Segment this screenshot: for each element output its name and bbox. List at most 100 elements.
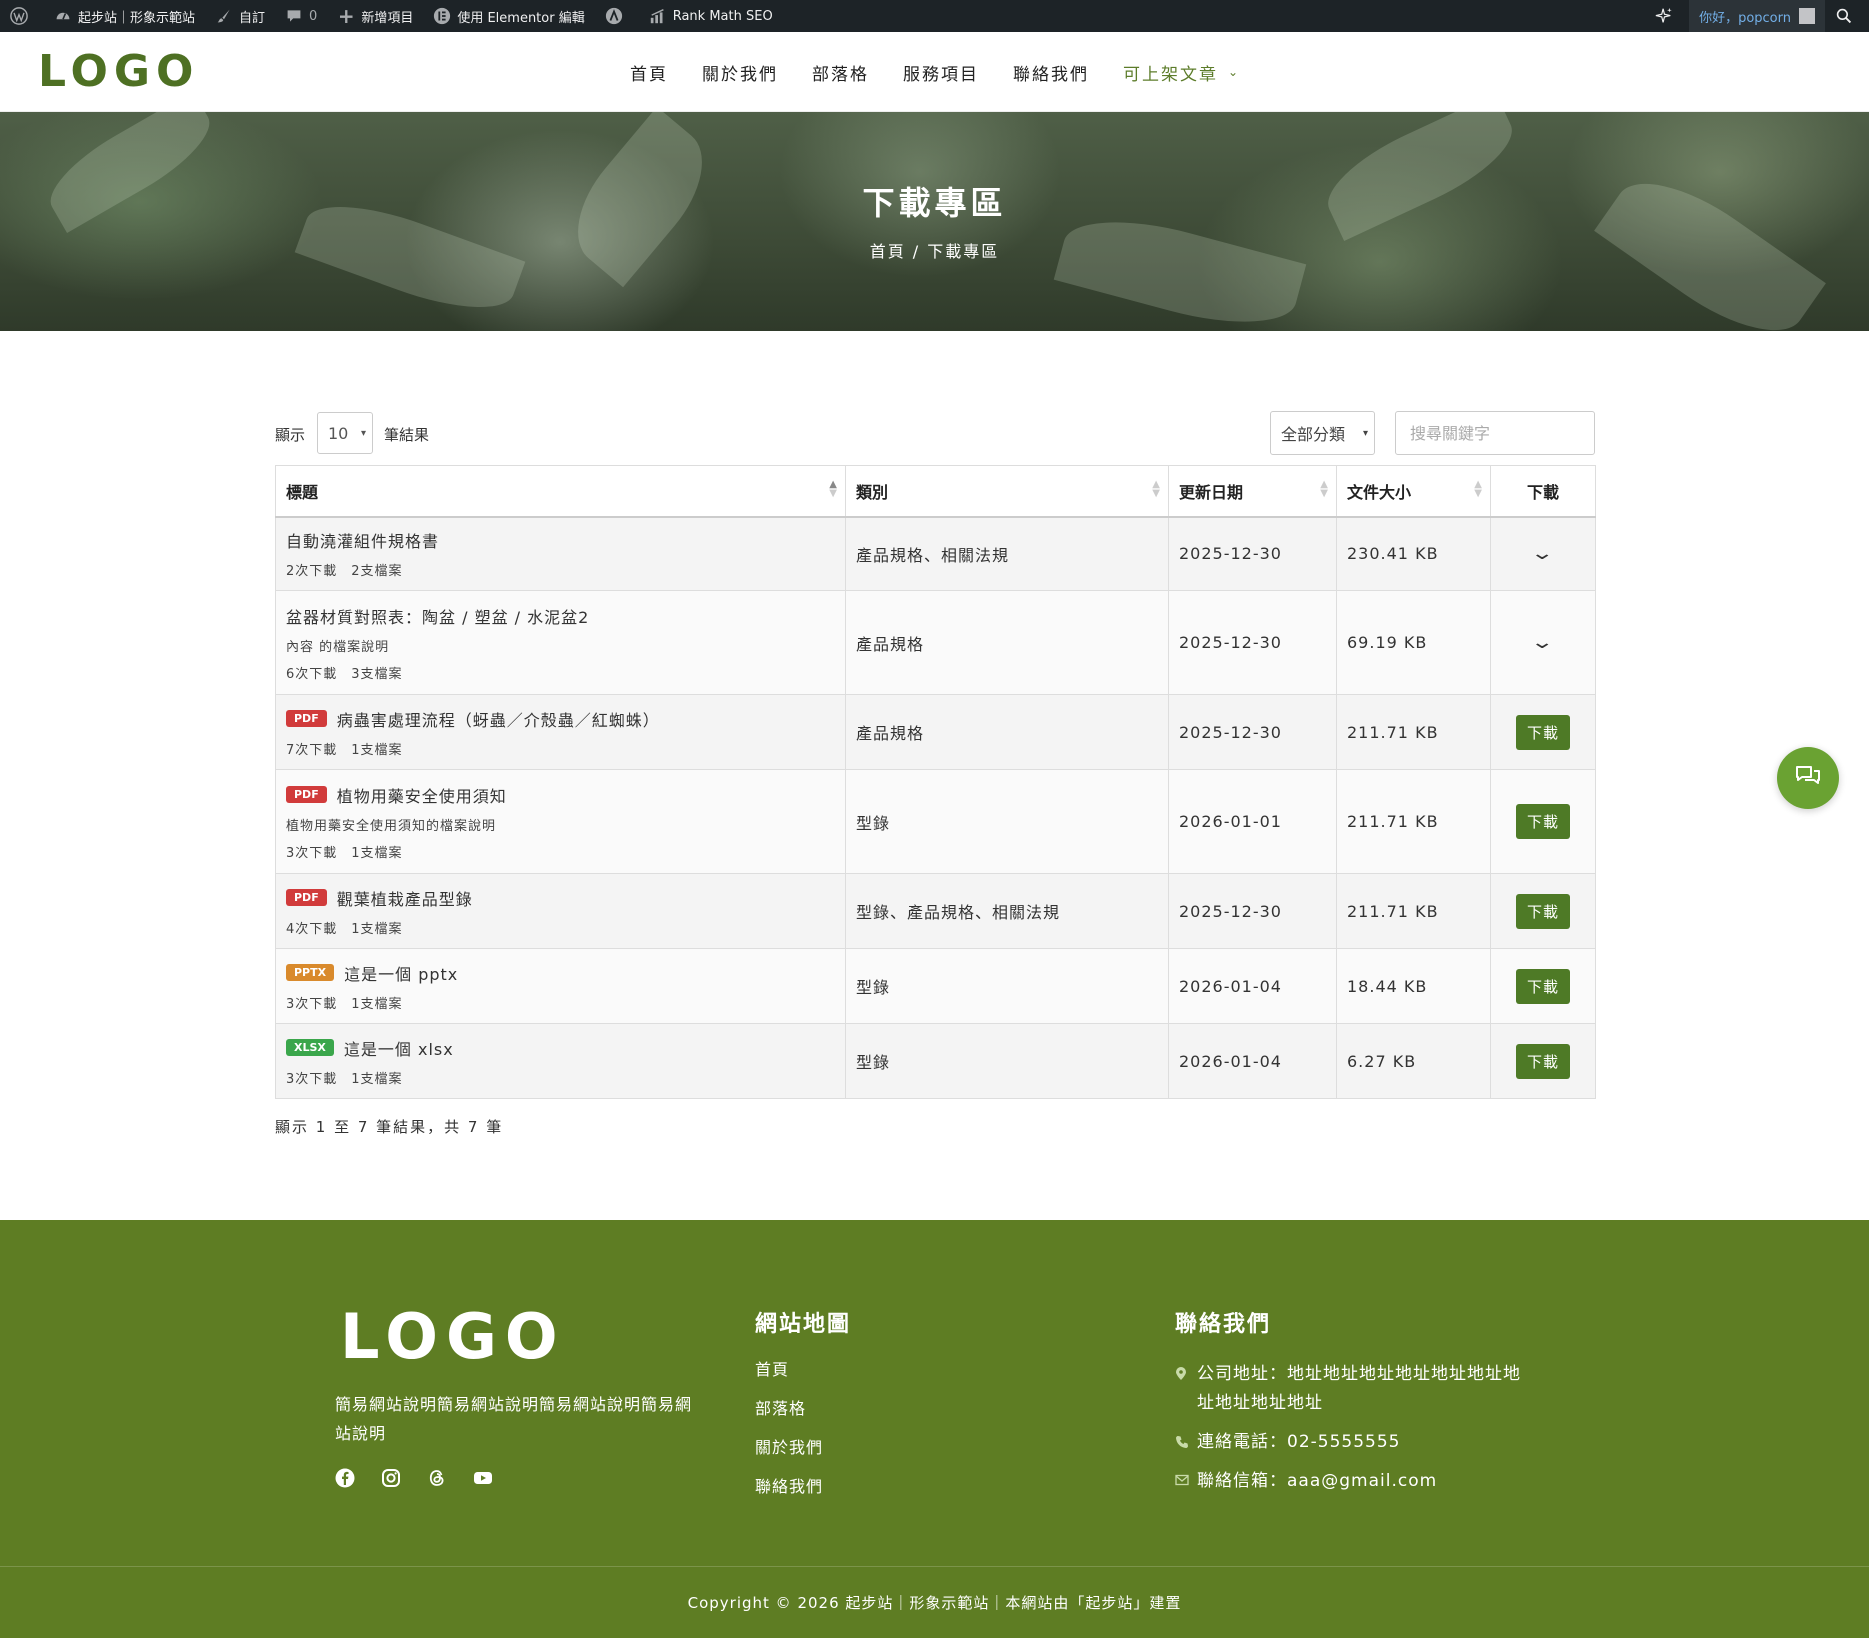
chevron-down-icon: ⌄ <box>1228 65 1241 79</box>
youtube-icon[interactable] <box>473 1468 493 1488</box>
file-count: 1支檔案 <box>351 1071 403 1087</box>
expand-chevron-icon[interactable]: ⌄ <box>1530 632 1556 653</box>
admin-search-button[interactable] <box>1825 0 1869 32</box>
breadcrumb[interactable]: 首頁 / 下載專區 <box>0 238 1869 262</box>
footer-link-about[interactable]: 關於我們 <box>755 1438 823 1477</box>
file-title-text: 植物用藥安全使用須知 <box>336 786 507 806</box>
file-title[interactable]: XLSX 這是一個 xlsx <box>286 1036 835 1060</box>
cell-category: 產品規格 <box>845 590 1169 695</box>
table-row: PDF 病蟲害處理流程（蚜蟲／介殼蟲／紅蜘蛛） 7次下載 1支檔案 產品規格 202… <box>275 694 1596 770</box>
footer-link-blog[interactable]: 部落格 <box>755 1399 823 1438</box>
footer-description: 簡易網站說明簡易網站說明簡易網站說明簡易網站說明 <box>335 1395 693 1443</box>
download-button[interactable]: 下載 <box>1515 1043 1570 1079</box>
cell-download: ⌄ <box>1490 516 1596 591</box>
new-item-label: 新增項目 <box>361 10 414 26</box>
site-name-label: 起步站｜形象示範站 <box>78 10 196 26</box>
nav-item-contact[interactable]: 聯絡我們 <box>1013 60 1089 85</box>
download-button[interactable]: 下載 <box>1515 714 1570 750</box>
header-label: 文件大小 <box>1347 482 1412 502</box>
cell-date: 2025-12-30 <box>1168 873 1337 949</box>
wordpress-logo-menu[interactable] <box>0 0 44 32</box>
avatar <box>1799 8 1815 24</box>
cell-download: ⌄ <box>1490 590 1596 695</box>
nav-item-blog[interactable]: 部落格 <box>812 60 869 85</box>
cell-download: 下載 <box>1490 948 1596 1024</box>
copyright: Copyright © 2026 起步站｜形象示範站｜本網站由「起步站」建置 <box>687 1594 1182 1612</box>
site-logo[interactable]: LOGO <box>38 46 199 97</box>
rank-math-icon <box>649 7 667 25</box>
column-header-size[interactable]: 文件大小 ▲ ▼ <box>1336 465 1491 518</box>
mail-icon <box>1175 1467 1197 1496</box>
table-row: XLSX 這是一個 xlsx 3次下載 1支檔案 型錄 2026-01-04 6.2… <box>275 1023 1596 1099</box>
column-header-title[interactable]: 標題 ▲ ▼ <box>275 465 846 518</box>
chevron-down-icon: ▾ <box>360 427 366 439</box>
instagram-icon[interactable] <box>381 1468 401 1488</box>
download-button[interactable]: 下載 <box>1515 968 1570 1004</box>
file-count: 1支檔案 <box>351 742 403 758</box>
file-meta: 7次下載 1支檔案 <box>286 739 835 758</box>
phone-text[interactable]: 連絡電話：02-5555555 <box>1197 1428 1527 1457</box>
footer-link-home[interactable]: 首頁 <box>755 1360 823 1399</box>
file-title[interactable]: 自動澆灌組件規格書 <box>286 528 835 552</box>
header-label: 類別 <box>856 482 889 502</box>
plus-icon: + <box>337 4 355 28</box>
file-type-badge: PDF <box>286 889 327 906</box>
expand-chevron-icon[interactable]: ⌄ <box>1530 543 1556 564</box>
file-title[interactable]: PDF 觀葉植栽產品型錄 <box>286 886 835 910</box>
table-header-row: 標題 ▲ ▼ 類別 ▲ ▼ 更新日期 ▲ ▼ 文件大小 ▲ ▼ 下載 <box>275 465 1596 518</box>
cell-title: 自動澆灌組件規格書 2次下載 2支檔案 <box>275 516 846 591</box>
chat-button[interactable] <box>1777 747 1839 809</box>
download-count: 6次下載 <box>286 666 338 682</box>
file-title[interactable]: PPTX 這是一個 pptx <box>286 961 835 985</box>
site-name-menu[interactable]: 起步站｜形象示範站 <box>44 0 205 32</box>
category-filter-select[interactable]: 全部分類 ▾ <box>1270 411 1375 455</box>
cell-size: 69.19 KB <box>1336 590 1491 695</box>
astra-menu[interactable] <box>595 0 639 32</box>
file-title[interactable]: 盆器材質對照表：陶盆 / 塑盆 / 水泥盆2 <box>286 604 835 628</box>
nav-item-about[interactable]: 關於我們 <box>702 60 778 85</box>
file-title[interactable]: PDF 植物用藥安全使用須知 <box>286 783 835 807</box>
download-count: 3次下載 <box>286 1071 338 1087</box>
file-meta: 2次下載 2支檔案 <box>286 560 835 579</box>
column-header-date[interactable]: 更新日期 ▲ ▼ <box>1168 465 1337 518</box>
cell-date: 2025-12-30 <box>1168 516 1337 591</box>
main-navigation: 首頁 關於我們 部落格 服務項目 聯絡我們 可上架文章 ⌄ <box>630 32 1274 112</box>
comments-link[interactable]: 0 <box>275 0 327 32</box>
download-button[interactable]: 下載 <box>1515 804 1570 839</box>
email-text[interactable]: 聯絡信箱：aaa@gmail.com <box>1197 1467 1527 1496</box>
new-item-menu[interactable]: + 新增項目 <box>327 0 423 32</box>
customize-link[interactable]: 自訂 <box>205 0 275 32</box>
facebook-icon[interactable] <box>335 1468 355 1488</box>
nav-label: 部落格 <box>812 64 869 85</box>
site-header: LOGO 首頁 關於我們 部落格 服務項目 聯絡我們 可上架文章 ⌄ <box>0 32 1869 112</box>
cell-size: 211.71 KB <box>1336 873 1491 949</box>
page-length-label: 顯示 <box>275 426 306 444</box>
file-meta: 4次下載 1支檔案 <box>286 918 835 937</box>
nav-item-services[interactable]: 服務項目 <box>903 60 979 85</box>
elementor-edit-link[interactable]: 使用 Elementor 編輯 <box>423 0 594 32</box>
cell-size: 211.71 KB <box>1336 769 1491 874</box>
footer-logo[interactable]: LOGO <box>340 1300 566 1373</box>
downloads-table: 標題 ▲ ▼ 類別 ▲ ▼ 更新日期 ▲ ▼ 文件大小 ▲ ▼ 下載 自動澆灌組件規格書 2次下… <box>275 465 1596 1099</box>
column-header-category[interactable]: 類別 ▲ ▼ <box>845 465 1169 518</box>
threads-icon[interactable] <box>427 1468 447 1488</box>
footer-link-contact[interactable]: 聯絡我們 <box>755 1477 823 1516</box>
astra-icon <box>605 7 623 25</box>
download-button[interactable]: 下載 <box>1515 893 1570 929</box>
search-input[interactable] <box>1395 411 1595 455</box>
cell-category: 型錄 <box>845 1023 1169 1099</box>
chat-icon <box>1793 761 1823 795</box>
download-count: 2次下載 <box>286 564 338 580</box>
file-title[interactable]: PDF 病蟲害處理流程（蚜蟲／介殼蟲／紅蜘蛛） <box>286 707 835 731</box>
nav-item-articles[interactable]: 可上架文章 ⌄ <box>1123 60 1240 85</box>
rank-math-menu[interactable]: Rank Math SEO <box>639 0 783 32</box>
cell-date: 2025-12-30 <box>1168 694 1337 770</box>
ai-assistant-button[interactable] <box>1645 0 1689 32</box>
my-account-menu[interactable]: 你好，popcorn <box>1689 0 1825 32</box>
nav-item-home[interactable]: 首頁 <box>630 60 668 85</box>
page-length-select[interactable]: 10 ▾ <box>317 412 373 454</box>
sitemap-heading: 網站地圖 <box>755 1312 852 1337</box>
file-title-text: 這是一個 pptx <box>344 964 459 984</box>
search-icon <box>1835 7 1853 25</box>
table-row: PDF 植物用藥安全使用須知 植物用藥安全使用須知的檔案說明 3次下載 1支檔案 型… <box>275 769 1596 874</box>
